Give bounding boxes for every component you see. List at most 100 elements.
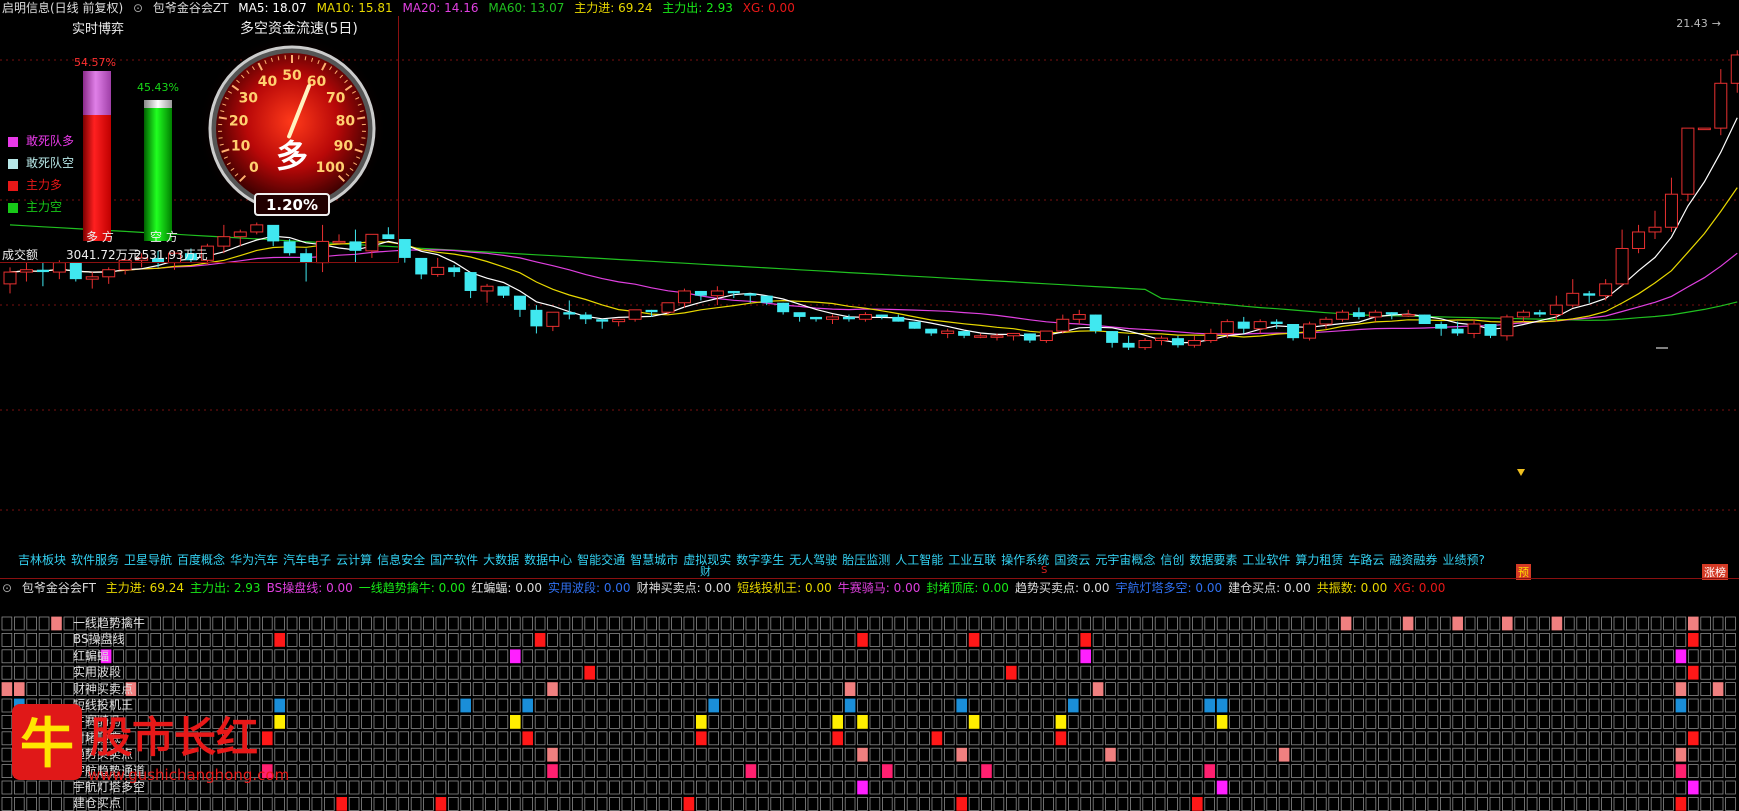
sector-tag[interactable]: 国资云	[1054, 553, 1090, 567]
gauge-tick-label: 80	[336, 114, 356, 130]
legend-swatch	[8, 180, 18, 191]
candle	[1368, 309, 1382, 322]
candle	[52, 260, 66, 280]
candle-body	[1467, 323, 1481, 334]
sub-indicator-name[interactable]: 包爷金谷会FT	[22, 581, 96, 595]
candle	[1615, 229, 1629, 287]
candle	[513, 295, 526, 317]
sector-tag[interactable]: 云计算	[336, 553, 372, 567]
sub-value-number: 0.00	[322, 581, 353, 595]
sector-tag[interactable]: 算力租赁	[1295, 553, 1343, 567]
candle-body	[1089, 314, 1102, 332]
bull-bar	[83, 71, 111, 241]
signal-row-label: 一线趋势擒牛	[73, 616, 146, 630]
candle-body	[1287, 324, 1300, 339]
sector-tag[interactable]: 大数据	[483, 553, 519, 567]
sector-tag[interactable]: 吉林板块	[18, 553, 66, 567]
candle-body	[1122, 342, 1135, 348]
candle-body	[1072, 314, 1086, 320]
gauge-tick-label: 40	[258, 74, 278, 90]
candle-body	[777, 302, 790, 313]
gauge-tick-label: 0	[249, 160, 259, 176]
candle	[1089, 314, 1102, 334]
sub-value-readout: 主力出: 2.93	[190, 581, 261, 595]
signal-row-label: 财神买卖点	[73, 681, 134, 696]
sector-tag[interactable]: 智能交通	[577, 553, 625, 567]
sector-tag[interactable]: 信创	[1160, 553, 1184, 567]
gauge-tick-label: 10	[231, 139, 251, 155]
candle	[1435, 321, 1448, 336]
candle	[464, 272, 477, 299]
sector-tag[interactable]: 汽车电子	[283, 553, 331, 567]
candle-body	[694, 290, 707, 296]
speed-gauge: 010203040 50 60708090100 多 1.20%	[200, 34, 387, 224]
candle-body	[546, 311, 560, 327]
candle	[1287, 324, 1300, 341]
candle	[1697, 127, 1711, 131]
candle	[398, 239, 411, 263]
sector-tag[interactable]: 车路云	[1348, 553, 1384, 567]
candle-body	[710, 290, 724, 297]
candle	[810, 316, 823, 322]
candle	[1632, 224, 1646, 254]
sector-tag[interactable]: 华为汽车	[230, 553, 278, 567]
candle-body	[85, 276, 99, 280]
sector-tag[interactable]: 数据中心	[524, 553, 572, 567]
legend-label: 敢死队多	[26, 134, 75, 148]
sub-value-label: 牛赛骑马:	[837, 581, 890, 595]
marker-s: S	[1041, 565, 1048, 576]
sector-tag[interactable]: 智慧城市	[630, 553, 678, 567]
candle-body	[727, 290, 740, 294]
sector-tag[interactable]: 信息安全	[377, 553, 425, 567]
sector-tag[interactable]: 元宇宙概念	[1095, 553, 1155, 567]
sector-tag[interactable]: 百度概念	[177, 553, 225, 567]
candle	[1072, 309, 1086, 324]
legend-label: 敢死队空	[26, 156, 75, 170]
sector-tag[interactable]: 国产软件	[430, 553, 478, 567]
sector-tag[interactable]: 数据要素	[1189, 553, 1237, 567]
candle	[85, 272, 99, 289]
candle-body	[1056, 318, 1070, 332]
sector-tag[interactable]: 软件服务	[71, 553, 119, 567]
candle	[1500, 314, 1514, 341]
candle	[612, 318, 626, 327]
candle	[1171, 335, 1184, 348]
sector-tag[interactable]: 数字孪生	[736, 553, 784, 567]
sector-tag[interactable]: 工业软件	[1242, 553, 1290, 567]
gauge-tick	[218, 116, 227, 120]
candle-body	[760, 295, 773, 303]
candle	[69, 262, 82, 282]
sector-tag[interactable]: 人工智能	[895, 553, 943, 567]
candle	[431, 257, 445, 277]
sector-tag[interactable]: 业绩预?	[1442, 553, 1484, 567]
candle-body	[1500, 316, 1514, 337]
candle	[974, 333, 988, 339]
candle-body	[1155, 337, 1168, 342]
sector-tag[interactable]: 融资融券	[1389, 553, 1437, 567]
candle-body	[1549, 304, 1563, 316]
candle-body	[1319, 318, 1333, 325]
candle-body	[1401, 314, 1415, 317]
sub-value-label: XG:	[1393, 581, 1415, 595]
candle	[1681, 127, 1695, 202]
candle-body	[530, 309, 543, 327]
candle	[1401, 309, 1415, 317]
sector-tag[interactable]: 胎压监测	[842, 553, 890, 567]
sector-tag[interactable]: 卫星导航	[124, 553, 172, 567]
candle	[892, 314, 905, 322]
sub-value-number: 0.00	[1414, 581, 1446, 595]
candle	[1106, 331, 1119, 348]
sector-tag[interactable]: 无人驾驶	[789, 553, 837, 567]
pane-divider[interactable]	[0, 578, 1739, 579]
candle	[497, 286, 510, 299]
gauge-percent: 1.20%	[266, 196, 318, 214]
sub-value-number: 0.00	[700, 581, 732, 595]
candle-body	[1615, 247, 1629, 285]
sector-tag[interactable]: 工业互联	[948, 553, 996, 567]
candle	[1006, 332, 1020, 341]
candle	[579, 312, 592, 324]
legend-label: 主力空	[26, 200, 63, 214]
candle	[1023, 333, 1036, 343]
candle-body	[1681, 127, 1695, 195]
collapse-icon[interactable]: ⊙	[2, 581, 12, 595]
